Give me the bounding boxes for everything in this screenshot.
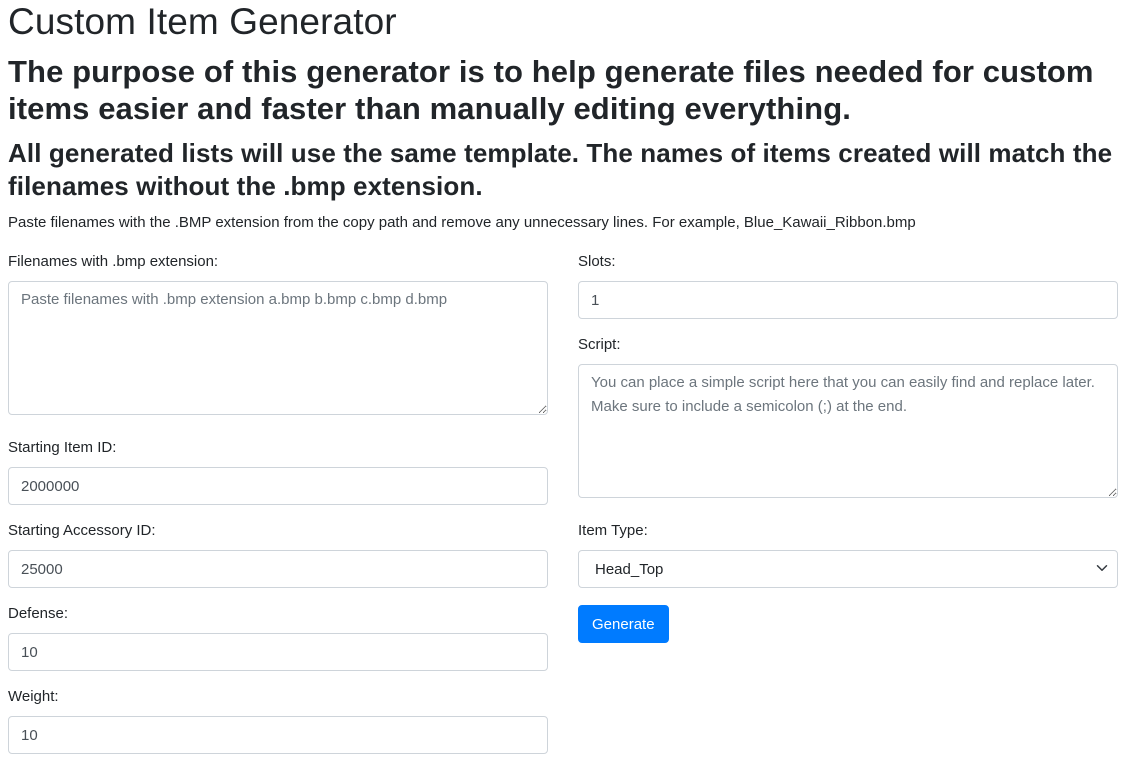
page: Custom Item Generator The purpose of thi… [0, 0, 1127, 771]
weight-group: Weight: [8, 688, 548, 755]
filenames-textarea[interactable] [8, 281, 548, 416]
instructions-text: Paste filenames with the .BMP extension … [8, 214, 916, 232]
page-title: Custom Item Generator [8, 1, 397, 42]
left-column: Filenames with .bmp extension: Starting … [8, 253, 548, 771]
template-note-heading: All generated lists will use the same te… [8, 138, 1113, 201]
item-type-select-wrapper: Head_Top [578, 550, 1118, 589]
script-textarea[interactable] [578, 364, 1118, 499]
defense-group: Defense: [8, 605, 548, 672]
starting-accessory-id-label: Starting Accessory ID: [8, 522, 156, 540]
item-type-group: Item Type: Head_Top [578, 522, 1118, 589]
slots-input[interactable] [578, 281, 1118, 320]
item-type-select[interactable]: Head_Top [578, 550, 1118, 589]
form-row: Filenames with .bmp extension: Starting … [8, 253, 1119, 771]
defense-input[interactable] [8, 633, 548, 672]
starting-item-id-group: Starting Item ID: [8, 439, 548, 506]
defense-label: Defense: [8, 605, 69, 623]
right-column: Slots: Script: Item Type: Head_Top Gen [578, 253, 1118, 771]
starting-item-id-input[interactable] [8, 467, 548, 506]
filenames-group: Filenames with .bmp extension: [8, 253, 548, 416]
filenames-label: Filenames with .bmp extension: [8, 253, 219, 271]
generate-button[interactable]: Generate [578, 605, 669, 644]
weight-input[interactable] [8, 716, 548, 755]
script-group: Script: [578, 336, 1118, 499]
slots-group: Slots: [578, 253, 1118, 320]
starting-accessory-id-input[interactable] [8, 550, 548, 589]
script-label: Script: [578, 336, 621, 354]
weight-label: Weight: [8, 688, 59, 706]
item-type-label: Item Type: [578, 522, 648, 540]
slots-label: Slots: [578, 253, 616, 271]
starting-item-id-label: Starting Item ID: [8, 439, 117, 457]
purpose-heading: The purpose of this generator is to help… [8, 53, 1094, 127]
starting-accessory-id-group: Starting Accessory ID: [8, 522, 548, 589]
